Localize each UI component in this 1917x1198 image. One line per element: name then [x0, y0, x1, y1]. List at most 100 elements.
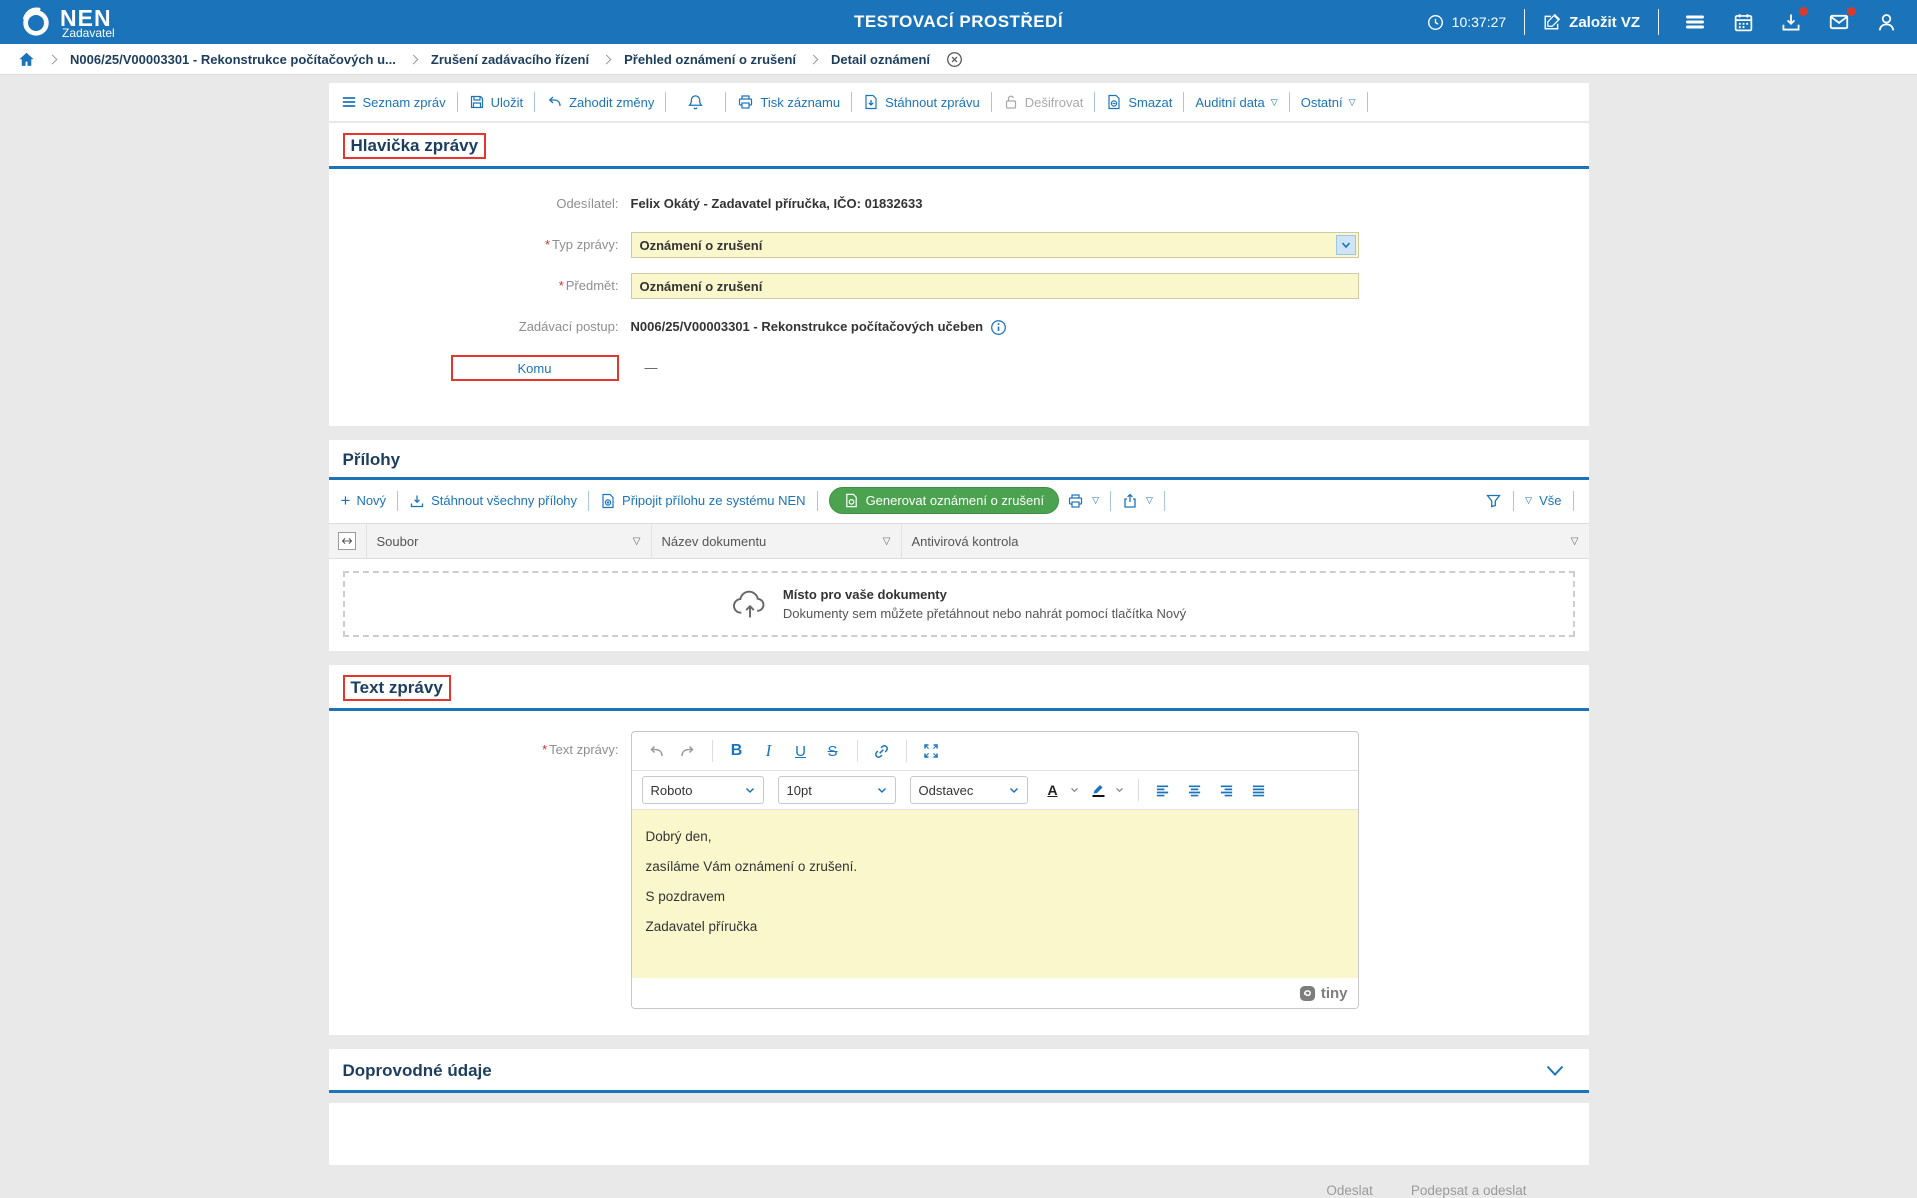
- delete-button[interactable]: Smazat: [1102, 94, 1176, 110]
- calendar-icon[interactable]: [1733, 12, 1754, 33]
- breadcrumb-item-cancellation[interactable]: Zrušení zadávacího řízení: [431, 52, 589, 67]
- chevron-down-icon: ▽: [1349, 98, 1356, 107]
- close-tab-icon[interactable]: [946, 51, 963, 68]
- plus-icon: +: [341, 492, 351, 509]
- recipient-label: Komu: [518, 361, 552, 376]
- fullscreen-button[interactable]: [917, 737, 945, 765]
- toolbar-divider: [1573, 491, 1574, 511]
- collapse-chevron-icon[interactable]: [1545, 1064, 1565, 1078]
- align-left-button[interactable]: [1149, 776, 1177, 804]
- text-color-button[interactable]: A: [1042, 783, 1064, 797]
- text-color-chevron-icon[interactable]: [1070, 787, 1079, 793]
- topbar-divider: [1524, 9, 1525, 35]
- highlight-color-chevron-icon[interactable]: [1115, 787, 1124, 793]
- notification-bell-button[interactable]: [673, 94, 718, 111]
- breadcrumb-item-procedure[interactable]: N006/25/V00003301 - Rekonstrukce počítač…: [70, 52, 396, 67]
- message-line: zasíláme Vám oznámení o zrušení.: [646, 859, 1344, 874]
- recipient-button[interactable]: Komu: [451, 355, 619, 381]
- column-filter-icon[interactable]: ▽: [883, 536, 891, 547]
- chevron-down-icon: ▽: [1271, 98, 1278, 107]
- show-all-button[interactable]: ▽ Vše: [1521, 493, 1565, 508]
- inbox-download-icon[interactable]: [1780, 11, 1802, 33]
- sign-and-send-button[interactable]: Podepsat a odeslat: [1411, 1183, 1527, 1198]
- rich-text-editor: B I U S: [631, 731, 1359, 1009]
- top-bar: NEN Zadavatel TESTOVACÍ PROSTŘEDÍ 10:37:…: [0, 0, 1917, 44]
- toolbar-divider: [457, 92, 458, 112]
- editor-divider: [906, 740, 907, 762]
- record-toolbar: Seznam zpráv Uložit Zahodit změny: [329, 83, 1589, 121]
- align-center-button[interactable]: [1181, 776, 1209, 804]
- editor-content-area[interactable]: Dobrý den, zasíláme Vám oznámení o zruše…: [632, 810, 1358, 978]
- download-icon: [409, 493, 425, 509]
- save-button[interactable]: Uložit: [465, 94, 528, 110]
- download-message-button[interactable]: Stáhnout zprávu: [859, 94, 984, 110]
- toolbar-divider: [1183, 92, 1184, 112]
- other-button[interactable]: Ostatní ▽: [1297, 95, 1360, 110]
- underline-button[interactable]: U: [787, 737, 815, 765]
- section-title-header: Hlavička zprávy: [351, 136, 479, 155]
- section-title-extra: Doprovodné údaje: [343, 1061, 492, 1081]
- discard-changes-button[interactable]: Zahodit změny: [542, 94, 658, 110]
- link-button[interactable]: [868, 737, 896, 765]
- bell-icon: [687, 94, 704, 111]
- print-record-button[interactable]: Tisk záznamu: [733, 94, 844, 110]
- extra-data-panel: Doprovodné údaje: [329, 1049, 1589, 1093]
- block-format-select[interactable]: Odstavec: [910, 776, 1028, 804]
- clock-value: 10:37:27: [1452, 14, 1507, 30]
- font-size-select[interactable]: 10pt: [778, 776, 896, 804]
- mail-icon[interactable]: [1828, 11, 1850, 33]
- attachments-dropzone[interactable]: Místo pro vaše dokumenty Dokumenty sem m…: [343, 571, 1575, 637]
- print-attachments-button[interactable]: ▽: [1063, 493, 1103, 509]
- send-button[interactable]: Odeslat: [1326, 1183, 1373, 1198]
- sender-value: Felix Okátý - Zadavatel příručka, IČO: 0…: [631, 191, 923, 217]
- menu-icon[interactable]: [1683, 12, 1707, 32]
- attachments-table-header: Soubor ▽ Název dokumentu ▽ Antivirová ko…: [329, 523, 1589, 559]
- editor-divider: [1138, 779, 1139, 801]
- bold-button[interactable]: B: [723, 737, 751, 765]
- align-right-button[interactable]: [1213, 776, 1241, 804]
- message-line: S pozdravem: [646, 889, 1344, 904]
- align-justify-button[interactable]: [1245, 776, 1273, 804]
- list-icon: [341, 94, 357, 110]
- topbar-divider: [1658, 9, 1659, 35]
- file-download-icon: [863, 94, 879, 110]
- undo-icon: [546, 94, 563, 110]
- font-family-select[interactable]: Roboto: [642, 776, 764, 804]
- message-list-button[interactable]: Seznam zpráv: [337, 94, 450, 110]
- required-mark: *: [559, 278, 564, 293]
- message-text-label: Text zprávy:: [549, 742, 618, 757]
- redo-icon[interactable]: [674, 737, 702, 765]
- breadcrumb-separator-icon: [602, 54, 612, 64]
- download-all-attachments-button[interactable]: Stáhnout všechny přílohy: [405, 493, 581, 509]
- tiny-logo-icon: [1299, 985, 1316, 1002]
- export-attachments-button[interactable]: ▽: [1118, 493, 1157, 509]
- column-filter-icon[interactable]: ▽: [1571, 536, 1579, 547]
- subject-label: Předmět:: [566, 278, 619, 293]
- message-header-panel: Hlavička zprávy Odesílatel: Felix Okátý …: [329, 123, 1589, 426]
- message-type-select[interactable]: Oznámení o zrušení: [631, 232, 1359, 258]
- strikethrough-button[interactable]: S: [819, 737, 847, 765]
- audit-data-button[interactable]: Auditní data ▽: [1191, 95, 1281, 110]
- home-icon[interactable]: [18, 51, 35, 68]
- info-icon[interactable]: [990, 319, 1007, 336]
- undo-icon[interactable]: [642, 737, 670, 765]
- column-settings-icon[interactable]: [338, 532, 356, 550]
- chevron-down-icon: ▽: [1525, 496, 1532, 505]
- column-filter-icon[interactable]: ▽: [633, 536, 641, 547]
- toolbar-divider: [991, 92, 992, 112]
- editor-divider: [712, 740, 713, 762]
- message-line: Dobrý den,: [646, 829, 1344, 844]
- select-chevron-icon[interactable]: [1336, 235, 1356, 255]
- editor-toolbar-top: B I U S: [632, 732, 1358, 771]
- new-attachment-button[interactable]: + Nový: [337, 492, 391, 509]
- italic-button[interactable]: I: [755, 737, 783, 765]
- create-vz-button[interactable]: Založit VZ: [1543, 13, 1640, 31]
- filter-button[interactable]: [1481, 493, 1506, 509]
- subject-input[interactable]: [631, 273, 1359, 299]
- toolbar-divider: [851, 92, 852, 112]
- attach-from-nen-button[interactable]: Připojit přílohu ze systému NEN: [596, 493, 810, 509]
- generate-cancellation-button[interactable]: Generovat oznámení o zrušení: [829, 487, 1060, 514]
- highlight-color-button[interactable]: [1087, 783, 1109, 797]
- breadcrumb-item-overview[interactable]: Přehled oznámení o zrušení: [624, 52, 796, 67]
- user-icon[interactable]: [1876, 12, 1897, 33]
